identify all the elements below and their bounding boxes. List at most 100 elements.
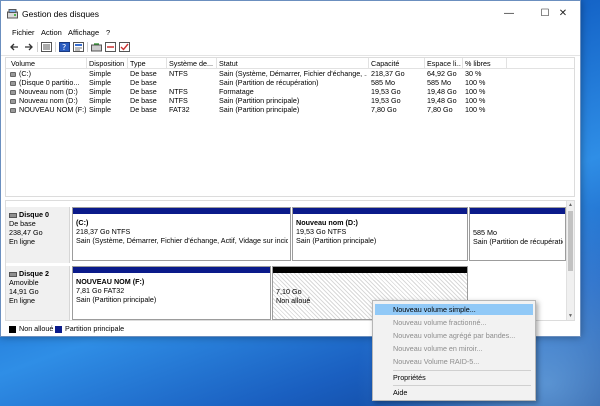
title-bar[interactable]: Gestion des disques — ☐ ✕ (1, 1, 580, 27)
column-divider[interactable] (86, 58, 87, 68)
partition-d[interactable]: Nouveau nom (D:) 19,53 Go NTFS Sain (Par… (292, 207, 468, 261)
menu-item-new-mirrored-volume[interactable]: Nouveau volume en miroir... (375, 343, 533, 354)
column-divider[interactable] (462, 58, 463, 68)
toolbar: ? (1, 39, 580, 56)
column-header-volume[interactable]: Volume (11, 59, 85, 68)
column-header-type[interactable]: Type (130, 59, 166, 68)
toolbar-separator (87, 42, 88, 52)
help-icon[interactable]: ? (59, 42, 70, 52)
scroll-up-icon[interactable]: ▲ (568, 202, 573, 208)
partition-status: Sain (Partition de récupération) (473, 237, 563, 246)
column-divider[interactable] (127, 58, 128, 68)
settings-icon[interactable] (105, 42, 116, 52)
menu-bar: Fichier Action Affichage ? (1, 27, 580, 39)
menu-item-new-simple-volume[interactable]: Nouveau volume simple... (375, 304, 533, 315)
menu-help[interactable]: ? (106, 28, 110, 37)
menu-item-new-spanned-volume[interactable]: Nouveau volume fractionné... (375, 317, 533, 328)
properties-icon[interactable] (73, 42, 84, 52)
menu-item-help[interactable]: Aide (375, 387, 533, 398)
column-header-free-space[interactable]: Espace li... (427, 59, 461, 68)
volume-type: De base (130, 69, 157, 78)
volume-capacity: 218,37 Go (371, 69, 405, 78)
disk-2-label[interactable]: Disque 2 Amovible 14,91 Go En ligne (6, 266, 70, 320)
partition-size: 585 Mo (473, 228, 497, 237)
table-row[interactable]: NOUVEAU NOM (F:) Simple De base FAT32 Sa… (6, 105, 574, 114)
volume-status: Sain (Partition principale) (219, 105, 300, 114)
check-icon[interactable] (119, 42, 130, 52)
column-divider[interactable] (506, 58, 507, 68)
volume-icon (10, 89, 16, 95)
refresh-icon[interactable] (91, 42, 102, 52)
disk-management-window: Gestion des disques — ☐ ✕ Fichier Action… (0, 0, 581, 337)
volume-list-header: Volume Disposition Type Système de... St… (6, 58, 574, 69)
menu-action[interactable]: Action (41, 28, 62, 37)
volume-percent-free: 100 % (465, 87, 486, 96)
volume-status: Formatage (219, 87, 254, 96)
column-header-capacity[interactable]: Capacité (371, 59, 423, 68)
toolbar-separator (55, 42, 56, 52)
legend-item-primary: Partition principale (55, 324, 124, 333)
volume-filesystem: NTFS (169, 96, 188, 105)
volume-disposition: Simple (89, 105, 111, 114)
scrollbar-thumb[interactable] (568, 211, 573, 271)
menu-item-properties[interactable]: Propriétés (375, 372, 533, 383)
menu-fichier[interactable]: Fichier (12, 28, 35, 37)
volume-status: Sain (Système, Démarrer, Fichier d'échan… (219, 69, 367, 78)
menu-affichage[interactable]: Affichage (68, 28, 99, 37)
volume-filesystem: NTFS (169, 87, 188, 96)
column-divider[interactable] (216, 58, 217, 68)
menu-separator (393, 385, 531, 386)
table-row[interactable]: (C:) Simple De base NTFS Sain (Système, … (6, 69, 574, 78)
partition-size: 7,10 Go (276, 287, 302, 296)
disk-status: En ligne (9, 296, 35, 305)
list-view-icon[interactable] (41, 42, 52, 52)
column-divider[interactable] (166, 58, 167, 68)
back-arrow-icon[interactable] (9, 42, 20, 52)
volume-percent-free: 100 % (465, 78, 486, 87)
column-divider[interactable] (424, 58, 425, 68)
column-header-status[interactable]: Statut (219, 59, 367, 68)
column-header-disposition[interactable]: Disposition (89, 59, 127, 68)
minimize-button[interactable]: — (491, 1, 527, 27)
scroll-down-icon[interactable]: ▼ (568, 313, 573, 319)
forward-arrow-icon[interactable] (23, 42, 34, 52)
volume-percent-free: 30 % (465, 69, 482, 78)
table-row[interactable]: Nouveau nom (D:) Simple De base NTFS Sai… (6, 96, 574, 105)
volume-free-space: 7,80 Go (427, 105, 453, 114)
volume-icon (10, 71, 16, 77)
volume-type: De base (130, 96, 157, 105)
partition-bar (273, 267, 467, 273)
vertical-scrollbar[interactable]: ▲ ▼ (566, 201, 574, 320)
legend-label: Partition principale (65, 324, 125, 333)
window-title: Gestion des disques (22, 9, 100, 19)
column-divider[interactable] (368, 58, 369, 68)
table-row[interactable]: (Disque 0 partitio... Simple De base Sai… (6, 78, 574, 87)
volume-free-space: 64,92 Go (427, 69, 457, 78)
column-header-filesystem[interactable]: Système de... (169, 59, 215, 68)
volume-free-space: 19,48 Go (427, 96, 457, 105)
close-button[interactable]: ✕ (546, 1, 580, 27)
volume-status: Sain (Partition principale) (219, 96, 300, 105)
partition-recovery[interactable]: 585 Mo Sain (Partition de récupération) (469, 207, 566, 261)
volume-disposition: Simple (89, 87, 111, 96)
disk-0-label[interactable]: Disque 0 De base 238,47 Go En ligne (6, 207, 70, 263)
partition-bar (293, 208, 467, 214)
column-header-percent-free[interactable]: % libres (465, 59, 505, 68)
svg-text:?: ? (62, 43, 66, 52)
volume-list: Volume Disposition Type Système de... St… (5, 57, 575, 197)
partition-f[interactable]: NOUVEAU NOM (F:) 7,81 Go FAT32 Sain (Par… (72, 266, 271, 320)
menu-item-new-striped-volume[interactable]: Nouveau volume agrégé par bandes... (375, 330, 533, 341)
menu-item-new-raid5-volume[interactable]: Nouveau Volume RAID-5... (375, 356, 533, 367)
table-row[interactable]: Nouveau nom (D:) Simple De base NTFS For… (6, 87, 574, 96)
partition-c[interactable]: (C:) 218,37 Go NTFS Sain (Système, Démar… (72, 207, 291, 261)
volume-name: Nouveau nom (D:) (19, 96, 78, 105)
volume-name: Nouveau nom (D:) (19, 87, 78, 96)
volume-icon (10, 80, 16, 86)
menu-separator (393, 370, 531, 371)
partition-status: Sain (Partition principale) (76, 295, 157, 304)
disk-size: 238,47 Go (9, 228, 43, 237)
toolbar-separator (37, 42, 38, 52)
disk-name: Disque 2 (19, 269, 49, 278)
disk-type: De base (9, 219, 36, 228)
partition-bar (73, 267, 270, 273)
